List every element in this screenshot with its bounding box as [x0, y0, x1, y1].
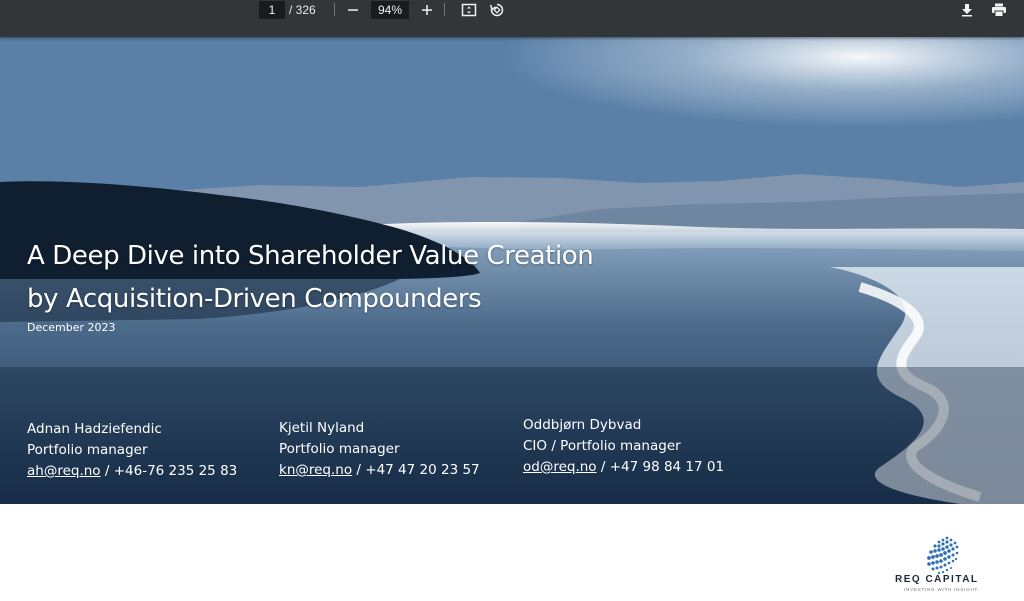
logo-tagline: INVESTING WITH INSIGHT	[904, 587, 979, 592]
contact-name: Oddbjørn Dybvad	[523, 417, 642, 433]
contact-email-link[interactable]: kn@req.no	[279, 462, 352, 478]
logo-wordmark: REQ CAPITAL	[895, 574, 979, 585]
contact-card: Kjetil Nyland Portfolio manager kn@req.n…	[279, 418, 480, 481]
page-number-input[interactable]: 1	[259, 1, 285, 19]
contact-card: Adnan Hadziefendic Portfolio manager ah@…	[27, 419, 237, 482]
contact-name: Kjetil Nyland	[279, 420, 365, 436]
plus-icon	[422, 5, 432, 15]
fit-page-icon	[461, 3, 477, 17]
contact-role: Portfolio manager	[279, 441, 400, 457]
contact-phone: / +47 47 20 23 57	[352, 462, 480, 478]
toolbar-divider	[444, 3, 445, 16]
page-total-label: / 326	[289, 3, 316, 17]
contact-role: CIO / Portfolio manager	[523, 438, 681, 454]
zoom-in-button[interactable]	[418, 1, 436, 19]
print-icon	[992, 3, 1006, 17]
rotate-button[interactable]	[488, 1, 506, 19]
contact-phone: / +46-76 235 25 83	[100, 463, 238, 479]
contact-role: Portfolio manager	[27, 442, 148, 458]
rotate-icon	[489, 3, 504, 17]
slide-title-line-1: A Deep Dive into Shareholder Value Creat…	[27, 241, 594, 271]
contact-email-link[interactable]: ah@req.no	[27, 463, 101, 479]
download-icon	[962, 4, 972, 17]
fit-page-button[interactable]	[460, 1, 478, 19]
contact-card: Oddbjørn Dybvad CIO / Portfolio manager …	[523, 415, 724, 478]
contact-name: Adnan Hadziefendic	[27, 421, 162, 437]
toolbar-divider	[334, 3, 335, 16]
slide-title-line-2: by Acquisition-Driven Compounders	[27, 284, 482, 314]
contact-phone: / +47 98 84 17 01	[596, 459, 725, 475]
slide-title: A Deep Dive into Shareholder Value Creat…	[27, 235, 594, 321]
title-slide-hero: A Deep Dive into Shareholder Value Creat…	[0, 37, 1024, 504]
zoom-out-button[interactable]	[344, 1, 362, 19]
print-button[interactable]	[990, 1, 1008, 19]
zoom-level-input[interactable]: 94%	[371, 1, 409, 19]
slide-date: December 2023	[27, 321, 116, 334]
contact-email-link[interactable]: od@req.no	[523, 459, 597, 475]
pdf-toolbar: 1 / 326 94%	[0, 0, 1024, 37]
download-button[interactable]	[958, 1, 976, 19]
minus-icon	[348, 9, 358, 11]
